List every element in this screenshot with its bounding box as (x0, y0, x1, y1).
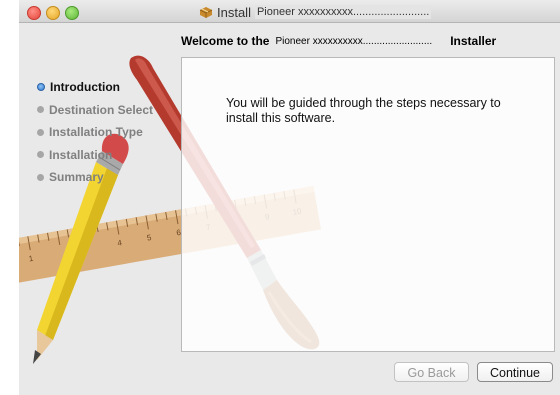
content-pane: You will be guided through the steps nec… (181, 57, 555, 352)
installer-steps: Introduction Destination Select Installa… (37, 76, 153, 189)
go-back-button[interactable]: Go Back (394, 362, 469, 382)
window-title-product: Pioneer xxxxxxxxxx......................… (254, 5, 432, 19)
step-label: Installation (49, 147, 113, 162)
intro-message: You will be guided through the steps nec… (226, 96, 501, 125)
window-title: Install Pioneer xxxxxxxxxx..............… (199, 4, 432, 20)
step-introduction: Introduction (37, 76, 153, 99)
step-bullet-icon (37, 128, 44, 136)
step-bullet-icon (37, 173, 44, 181)
step-label: Introduction (50, 80, 120, 95)
step-summary: Summary (37, 166, 153, 189)
minimize-window-button[interactable] (46, 6, 60, 20)
step-installation-type: Installation Type (37, 121, 153, 144)
step-bullet-icon (37, 106, 44, 114)
installer-window: Install Pioneer xxxxxxxxxx..............… (19, 0, 560, 395)
step-installation: Installation (37, 144, 153, 167)
continue-button[interactable]: Continue (477, 362, 553, 382)
step-destination-select: Destination Select (37, 99, 153, 122)
step-label: Installation Type (49, 125, 143, 140)
package-icon (199, 7, 213, 18)
window-title-text: Install (217, 4, 251, 20)
step-label: Summary (49, 170, 104, 185)
step-label: Destination Select (49, 102, 154, 117)
close-window-button[interactable] (27, 6, 41, 20)
header-suffix: Installer (450, 34, 497, 48)
current-step-bullet-icon (37, 83, 45, 92)
step-bullet-icon (37, 151, 44, 159)
zoom-window-button[interactable] (65, 6, 79, 20)
title-bar[interactable]: Install Pioneer xxxxxxxxxx..............… (19, 0, 560, 23)
